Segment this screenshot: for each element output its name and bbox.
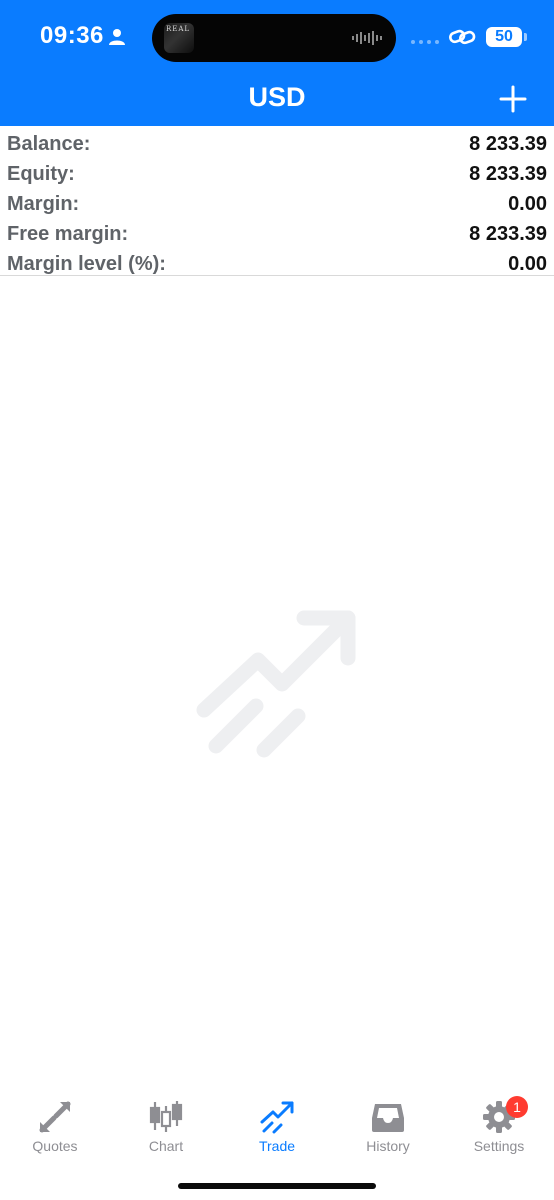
trade-icon (260, 1101, 294, 1134)
tab-trade[interactable]: Trade (222, 1090, 332, 1162)
tab-chart-label: Chart (148, 1138, 184, 1154)
free-margin-label: Free margin: (7, 223, 129, 245)
margin-level-row: Margin level (%): 0.00 (0, 250, 554, 278)
free-margin-value: 8 233.39 (469, 223, 547, 245)
free-margin-row: Free margin: 8 233.39 (0, 220, 554, 248)
tab-trade-label: Trade (258, 1138, 296, 1154)
battery-indicator: 50 (486, 27, 522, 47)
tab-history-label: History (366, 1138, 410, 1154)
empty-trade-icon (196, 610, 356, 758)
status-time: 09:36 (40, 22, 104, 49)
margin-row: Margin: 0.00 (0, 190, 554, 218)
equity-value: 8 233.39 (469, 163, 547, 185)
battery-level: 50 (495, 28, 513, 45)
signal-icon (411, 40, 439, 44)
tab-history[interactable]: History (333, 1090, 443, 1162)
tab-settings-label: Settings (473, 1138, 525, 1154)
home-indicator[interactable] (178, 1183, 376, 1189)
add-button[interactable] (494, 80, 532, 118)
inbox-history-icon (372, 1104, 404, 1132)
equity-label: Equity: (7, 163, 75, 185)
balance-row: Balance: 8 233.39 (0, 130, 554, 158)
account-summary: Balance: 8 233.39 Equity: 8 233.39 Margi… (0, 126, 554, 276)
person-icon (109, 29, 125, 45)
artwork-text: REAL (166, 25, 191, 33)
settings-notification-badge: 1 (506, 1096, 528, 1118)
tab-chart[interactable]: Chart (111, 1090, 221, 1162)
tab-quotes[interactable]: Quotes (0, 1090, 110, 1162)
quotes-icon (39, 1101, 71, 1133)
balance-label: Balance: (7, 133, 91, 155)
page-title: USD (248, 82, 306, 112)
margin-value: 0.00 (508, 193, 547, 215)
audio-waveform-icon (352, 31, 382, 45)
app-header: 09:36 REAL 50 USD (0, 0, 554, 126)
balance-value: 8 233.39 (469, 133, 547, 155)
link-icon (449, 29, 476, 45)
margin-level-label: Margin level (%): (7, 253, 166, 275)
candlestick-chart-icon (149, 1101, 183, 1132)
margin-label: Margin: (7, 193, 80, 215)
tab-settings[interactable]: 1 Settings (444, 1090, 554, 1162)
equity-row: Equity: 8 233.39 (0, 160, 554, 188)
tab-quotes-label: Quotes (32, 1138, 78, 1154)
margin-level-value: 0.00 (508, 253, 547, 275)
battery-tip (524, 33, 527, 41)
dynamic-island[interactable]: REAL (152, 14, 396, 62)
now-playing-artwork: REAL (164, 23, 194, 53)
